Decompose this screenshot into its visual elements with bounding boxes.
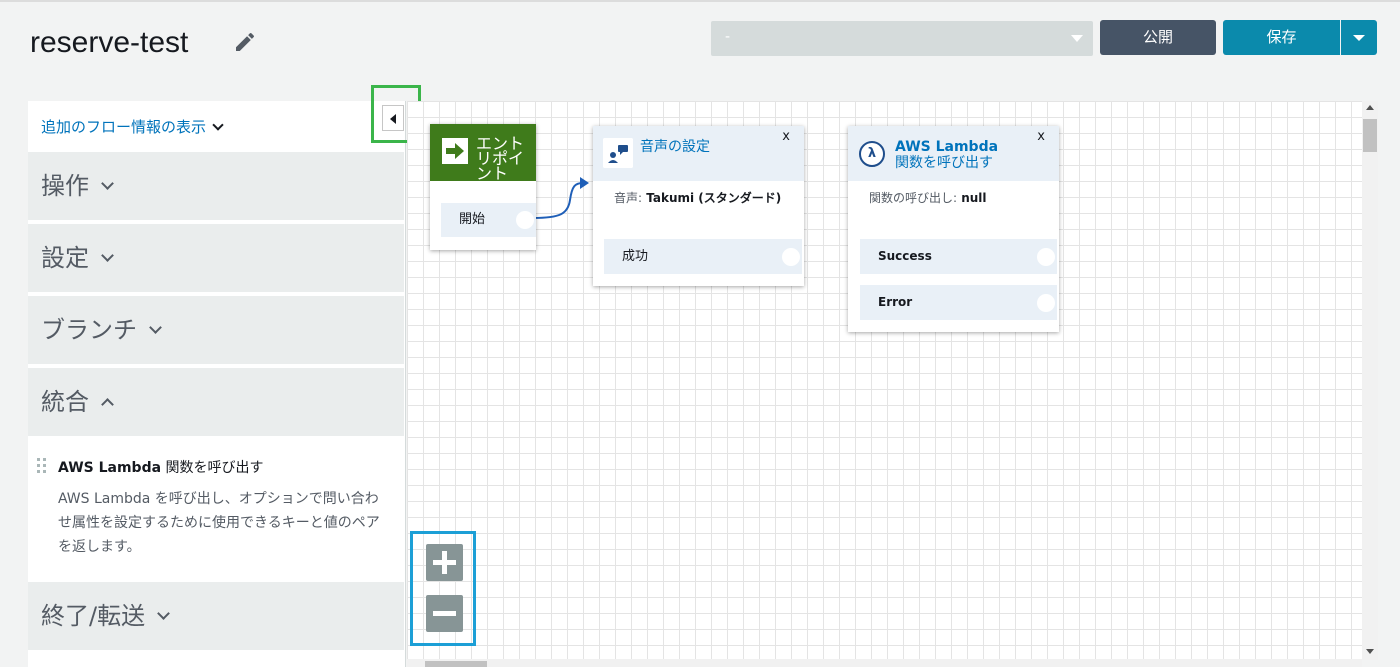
show-flow-info-link[interactable]: 追加のフロー情報の表示 <box>41 116 224 137</box>
lambda-block-header: λ AWS Lambda 関数を呼び出す x <box>848 126 1059 181</box>
lambda-title-line1: AWS Lambda <box>895 139 999 155</box>
zoom-in-button[interactable] <box>426 544 463 581</box>
drag-handle-icon[interactable] <box>37 458 47 474</box>
zoom-out-button[interactable] <box>426 595 463 632</box>
prop-key: 関数の呼び出し: <box>869 191 958 205</box>
horizontal-scrollbar[interactable] <box>407 659 1362 667</box>
scrollbar-thumb[interactable] <box>425 661 487 667</box>
lambda-block-item[interactable]: AWS Lambda 関数を呼び出す AWS Lambda を呼び出し、オプショ… <box>28 436 404 581</box>
entry-point-block[interactable]: エントリポイント 開始 <box>430 124 536 250</box>
chevron-down-icon <box>101 249 114 262</box>
chevron-down-icon <box>212 119 224 131</box>
connector-dot[interactable] <box>782 247 800 266</box>
prop-value: Takumi (スタンダード) <box>642 191 782 205</box>
chevron-down-icon <box>157 607 170 620</box>
scroll-up-icon[interactable] <box>1366 105 1374 110</box>
version-select-value: - <box>725 29 731 45</box>
chevron-down-icon <box>101 177 114 190</box>
flow-title: reserve-test <box>30 26 189 59</box>
voice-port-success[interactable]: 成功 <box>604 239 802 274</box>
category-terminate-transfer[interactable]: 終了/転送 <box>28 580 404 650</box>
voice-block-title: 音声の設定 <box>640 139 710 155</box>
vertical-scrollbar[interactable] <box>1362 101 1378 660</box>
flow-info-label: 追加のフロー情報の表示 <box>41 118 207 136</box>
category-label: 統合 <box>41 388 89 416</box>
category-settings[interactable]: 設定 <box>28 222 404 292</box>
close-icon[interactable]: x <box>782 129 790 144</box>
lambda-port-success[interactable]: Success <box>860 239 1057 274</box>
save-button[interactable]: 保存 <box>1223 20 1340 55</box>
arrow-right-icon <box>442 138 468 164</box>
version-select[interactable]: - <box>711 21 1093 56</box>
connector-dot[interactable] <box>1037 293 1055 312</box>
voice-property: 音声: Takumi (スタンダード) <box>614 189 781 206</box>
publish-button[interactable]: 公開 <box>1100 20 1216 55</box>
category-label: ブランチ <box>41 316 137 344</box>
connector-dot[interactable] <box>1037 247 1055 266</box>
scroll-down-icon[interactable] <box>1366 649 1374 654</box>
category-actions[interactable]: 操作 <box>28 150 404 220</box>
port-label: Success <box>878 249 932 263</box>
prop-key: 音声: <box>614 191 643 205</box>
set-voice-block[interactable]: 音声の設定 x 音声: Takumi (スタンダード) 成功 <box>593 126 804 286</box>
speech-person-icon <box>603 138 633 168</box>
lambda-title-line2: 関数を呼び出す <box>895 155 993 171</box>
chevron-up-icon <box>101 398 114 411</box>
port-label: 成功 <box>622 249 649 264</box>
lambda-property: 関数の呼び出し: null <box>869 189 987 206</box>
lambda-port-error[interactable]: Error <box>860 285 1057 320</box>
top-divider <box>0 0 1400 2</box>
lambda-item-title: AWS Lambda 関数を呼び出す <box>58 457 264 477</box>
pencil-icon[interactable] <box>233 30 257 54</box>
lambda-item-title-bold: AWS Lambda <box>58 460 162 476</box>
connector-dot[interactable] <box>516 211 534 229</box>
entry-block-label: エントリポイント <box>476 134 525 182</box>
scrollbar-thumb[interactable] <box>1363 119 1377 152</box>
entry-block-header: エントリポイント <box>430 124 536 181</box>
category-label: 終了/転送 <box>41 602 146 630</box>
lambda-block-title: AWS Lambda 関数を呼び出す <box>895 139 998 171</box>
lambda-item-description: AWS Lambda を呼び出し、オプションで問い合わせ属性を設定するために使用… <box>58 491 380 555</box>
entry-port-start[interactable]: 開始 <box>441 203 536 237</box>
close-icon[interactable]: x <box>1037 129 1045 144</box>
port-label: Error <box>878 295 913 309</box>
prop-value: null <box>957 191 987 205</box>
category-label: 設定 <box>41 244 89 272</box>
lambda-icon: λ <box>859 141 885 167</box>
port-label: 開始 <box>459 212 486 227</box>
chevron-down-icon <box>1071 35 1083 42</box>
category-integration[interactable]: 統合 <box>28 366 404 436</box>
block-library-panel: 追加のフロー情報の表示 操作 設定 ブランチ 統合 AWS Lambda 関数を… <box>28 101 406 667</box>
lambda-item-title-rest: 関数を呼び出す <box>161 460 264 476</box>
category-branch[interactable]: ブランチ <box>28 294 404 364</box>
voice-block-header: 音声の設定 x <box>593 126 804 181</box>
chevron-down-icon <box>149 321 162 334</box>
save-dropdown-button[interactable] <box>1341 20 1377 55</box>
category-label: 操作 <box>41 172 89 200</box>
invoke-lambda-block[interactable]: λ AWS Lambda 関数を呼び出す x 関数の呼び出し: null Succ… <box>848 126 1059 332</box>
